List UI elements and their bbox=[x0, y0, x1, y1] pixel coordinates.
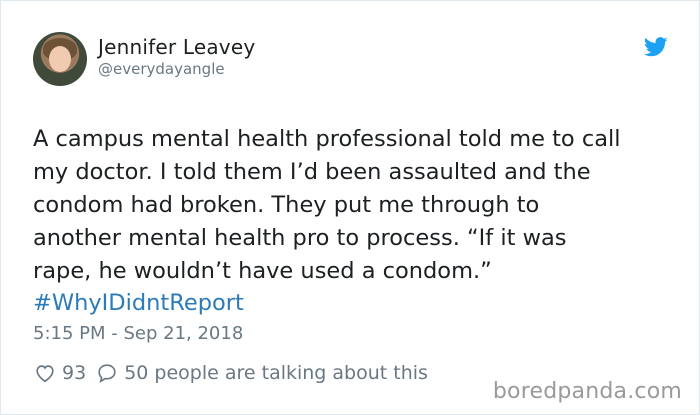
tweet-card: Jennifer Leavey @everydayangle A campus … bbox=[0, 0, 700, 415]
tweet-actions: 93 50 people are talking about this bbox=[34, 360, 428, 386]
avatar-face bbox=[49, 46, 71, 72]
speech-bubble-icon[interactable] bbox=[96, 362, 118, 384]
hashtag-link[interactable]: #WhyIDidntReport bbox=[33, 287, 244, 320]
heart-icon[interactable] bbox=[34, 362, 56, 384]
author-name[interactable]: Jennifer Leavey bbox=[98, 35, 255, 59]
like-count: 93 bbox=[62, 362, 87, 384]
avatar[interactable] bbox=[33, 32, 87, 86]
talking-count-link[interactable]: 50 people are talking about this bbox=[124, 362, 428, 384]
tweet-timestamp[interactable]: 5:15 PM - Sep 21, 2018 bbox=[33, 323, 243, 344]
twitter-bird-icon[interactable] bbox=[644, 37, 668, 57]
tweet-text: A campus mental health professional told… bbox=[33, 126, 621, 284]
watermark: boredpanda.com bbox=[492, 379, 682, 404]
author-handle[interactable]: @everydayangle bbox=[98, 60, 225, 78]
